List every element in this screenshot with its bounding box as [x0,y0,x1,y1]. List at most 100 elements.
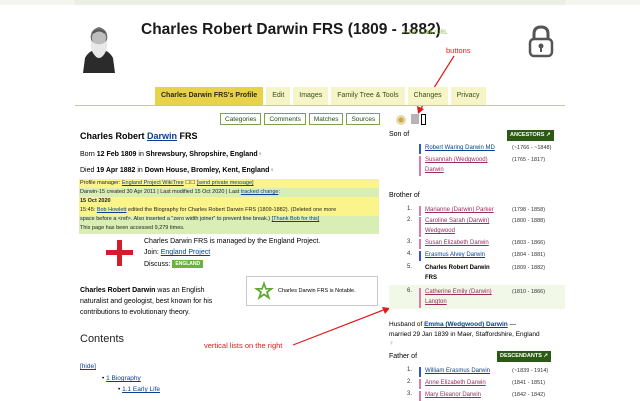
bio-name: Charles Robert Darwin [80,287,156,294]
toc-link-biography[interactable]: 1 Biography [106,375,141,382]
surname-link[interactable]: Darwin [147,131,177,141]
sibling-number: 1. [407,206,413,212]
page-title: Charles Robert Darwin FRS (1809 - 1882) [141,21,441,38]
manager-badges: ☐☐ [183,180,197,186]
tab-family-tree-tools[interactable]: Family Tree & Tools [331,87,405,105]
sibling-number: 4. [407,251,413,257]
thank-link[interactable]: [Thank Bob for this] [272,216,320,222]
profile-manager-box: Profile manager: England Project WikiTre… [79,179,379,234]
change-user-link[interactable]: Bob Howlett [97,207,127,213]
sibling-link[interactable]: Catherine Emily (Darwin) [425,288,492,297]
sibling-dates: (1809 - 1882) [512,265,546,271]
child-dates: (~1839 - 1914) [512,368,549,374]
subtab-comments[interactable]: Comments [264,113,306,125]
subtab-categories[interactable]: Categories [220,113,262,125]
send-message-link[interactable]: [send private message] [197,180,254,186]
accessed-text: This page has been accessed 9,279 times. [80,225,185,231]
notable-text: Charles Darwin FRS is Notable. [278,288,356,294]
tracked-change-link[interactable]: tracked change [241,189,279,195]
female-marker [419,217,421,237]
join-label: Join: [144,249,161,256]
manager-link[interactable]: England Project WikiTree [122,180,184,186]
subtab-matches[interactable]: Matches [308,113,344,125]
toc-link-early-life[interactable]: 1.1 Early Life [122,386,160,393]
join-project-link[interactable]: England Project [161,249,210,256]
male-marker [419,251,421,261]
name-first: Charles Robert [80,131,148,141]
child-link[interactable]: Mary Eleanor Darwin [425,391,481,400]
sibling-link[interactable]: Marianne (Darwin) Parker [425,206,494,215]
tab-profile[interactable]: Charles Darwin FRS's Profile [155,87,264,105]
privacy-lock-icon[interactable] [527,24,555,58]
notable-star-icon [254,281,274,300]
gray-button[interactable] [411,114,419,124]
parent-dates: (~1766 - ~1848) [512,145,552,151]
born-date: 12 Feb 1809 [96,151,137,158]
ancestors-label: ANCESTORS [510,132,545,138]
died-label: Died [80,167,97,174]
hide-toc-link[interactable]: [hide] [80,363,96,370]
died-place[interactable]: Down House, Bromley, Kent, England [145,167,270,174]
self-name: Charles Robert Darwin [425,265,490,271]
change-time: 15:45: [80,207,97,213]
sibling-link[interactable]: Susan Elizabeth Darwin [425,239,489,248]
sibling-link[interactable]: Caroline Sarah (Darwin) [425,217,489,226]
death-source-icon[interactable]: ♀ [269,167,274,174]
profile-name: Charles Robert Darwin FRS [80,131,198,141]
tab-changes[interactable]: Changes [407,87,448,105]
permalink[interactable]: ✂ID/LINK/URL [403,29,448,36]
died-in: in [135,167,145,174]
parent-link-father[interactable]: Robert Waring Darwin MD [425,144,495,153]
sibling-dates: (1798 - 1858) [512,207,546,213]
tab-underline [75,105,565,106]
ancestors-button[interactable]: ANCESTORS ↗ [507,130,554,141]
permalink-text: ID/LINK/URL [408,29,448,36]
tab-edit[interactable]: Edit [266,87,291,105]
born-in: in [136,151,146,158]
descendants-button[interactable]: DESCENDANTS ↗ [497,351,552,362]
change-date: 15 Oct 2020 [80,198,111,204]
england-discuss-badge[interactable]: ENGLAND [172,260,204,268]
change-row-2: space before a <ref>. Also inserted a "z… [80,216,319,222]
descendants-label: DESCENDANTS [500,353,542,359]
male-marker [419,144,421,154]
sibling-number: 6. [407,288,413,294]
child-dates: (1841 - 1851) [512,380,546,386]
top-strip [0,0,640,5]
annotation-arrow-lists [292,307,390,346]
parent-link-mother-2[interactable]: Darwin [425,166,444,175]
profile-tabs: Charles Darwin FRS's Profile Edit Images… [155,87,486,105]
toc-item-2: • 1.1 Early Life [118,386,161,393]
marriage-source-icon[interactable]: ♀ [389,340,394,347]
bio-line-2: naturalist and geologist, best known for… [80,298,213,305]
project-text: Charles Darwin FRS is managed by the Eng… [144,238,321,245]
sibling-dates: (1804 - 1881) [512,252,546,258]
discuss-label: Discuss: [144,260,173,268]
child-dates: (1842 - 1842) [512,392,546,398]
child-link[interactable]: William Erasmus Darwin [425,367,490,376]
stamp-icon[interactable] [395,113,407,125]
father-of-label: Father of [389,353,418,360]
husband-dash: — [507,321,517,328]
spouse-link[interactable]: Emma (Wedgwood) Darwin [424,321,508,328]
parent-link-mother[interactable]: Susannah (Wedgwood) [425,156,488,165]
name-suffix: FRS [177,131,198,141]
tab-images[interactable]: Images [293,87,329,105]
sibling-link-2[interactable]: Wedgwood [425,227,455,236]
bio-line-1: Charles Robert Darwin was an English [80,287,205,294]
change-text-2: space before a <ref>. Also inserted a "z… [80,216,272,222]
husband-label: Husband of [389,321,425,328]
contents-heading: Contents [80,333,125,345]
sibling-link-2[interactable]: Langton [425,298,447,307]
sibling-link[interactable]: Erasmus Alvey Darwin [425,251,485,260]
change-row: 15:45: Bob Howlett edited the Biography … [80,207,336,213]
born-place[interactable]: Shrewsbury, Shropshire, England [146,151,258,158]
tab-privacy[interactable]: Privacy [450,87,486,105]
child-link[interactable]: Anne Elizabeth Darwin [425,379,486,388]
outline-button[interactable] [421,114,426,125]
profile-photo[interactable] [79,18,119,73]
england-flag-bar [106,250,133,255]
header-bar [75,0,565,5]
subtab-sources[interactable]: Sources [346,113,381,125]
birth-source-icon[interactable]: ♀ [258,151,263,158]
